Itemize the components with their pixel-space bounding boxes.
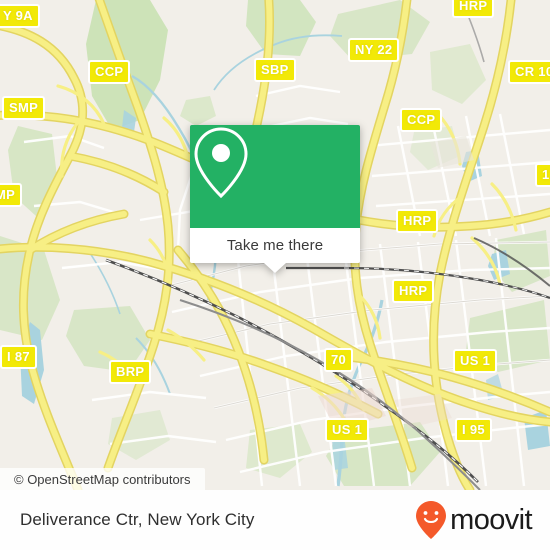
map-pin-icon: [194, 127, 248, 199]
callout-action-label: Take me there: [226, 237, 324, 254]
road-shield[interactable]: BRP: [109, 360, 152, 384]
road-shield[interactable]: I 95: [455, 418, 492, 442]
road-shield[interactable]: 70: [324, 348, 354, 372]
callout-action-button[interactable]: Take me there: [190, 228, 360, 263]
road-shield[interactable]: SBP: [254, 58, 296, 82]
road-shield[interactable]: Y 9A: [0, 4, 40, 28]
bottom-info-bar: Deliverance Ctr, New York City moovit: [0, 490, 550, 550]
moovit-pin-icon: [416, 501, 447, 539]
road-shield[interactable]: I 87: [0, 345, 37, 369]
road-shield[interactable]: NY 22: [348, 38, 400, 62]
road-shield[interactable]: SMP: [2, 96, 46, 120]
moovit-map-screen: Y 9A CCP SMP MP I 87 BRP SBP NY 22 HRP C…: [0, 0, 550, 550]
moovit-wordmark: moovit: [450, 503, 532, 536]
callout-pointer-tail: [264, 263, 286, 273]
road-shield[interactable]: HRP: [392, 279, 435, 303]
place-title: Deliverance Ctr, New York City: [20, 510, 255, 529]
road-shield[interactable]: HRP: [396, 209, 439, 233]
callout-header: [190, 125, 360, 228]
road-shield[interactable]: CCP: [400, 108, 443, 132]
road-shield[interactable]: MP: [0, 183, 23, 207]
road-shield[interactable]: US 1: [453, 349, 498, 373]
road-shield[interactable]: US 1: [325, 418, 370, 442]
road-shield[interactable]: HRP: [452, 0, 495, 18]
road-shield[interactable]: CR 101: [508, 60, 550, 84]
road-shield[interactable]: CCP: [88, 60, 131, 84]
road-shield[interactable]: 1: [535, 163, 550, 187]
moovit-brand[interactable]: moovit: [415, 500, 533, 540]
map-canvas[interactable]: Y 9A CCP SMP MP I 87 BRP SBP NY 22 HRP C…: [0, 0, 550, 490]
map-attribution[interactable]: © OpenStreetMap contributors: [0, 468, 205, 490]
location-callout-card[interactable]: Take me there: [190, 125, 360, 273]
